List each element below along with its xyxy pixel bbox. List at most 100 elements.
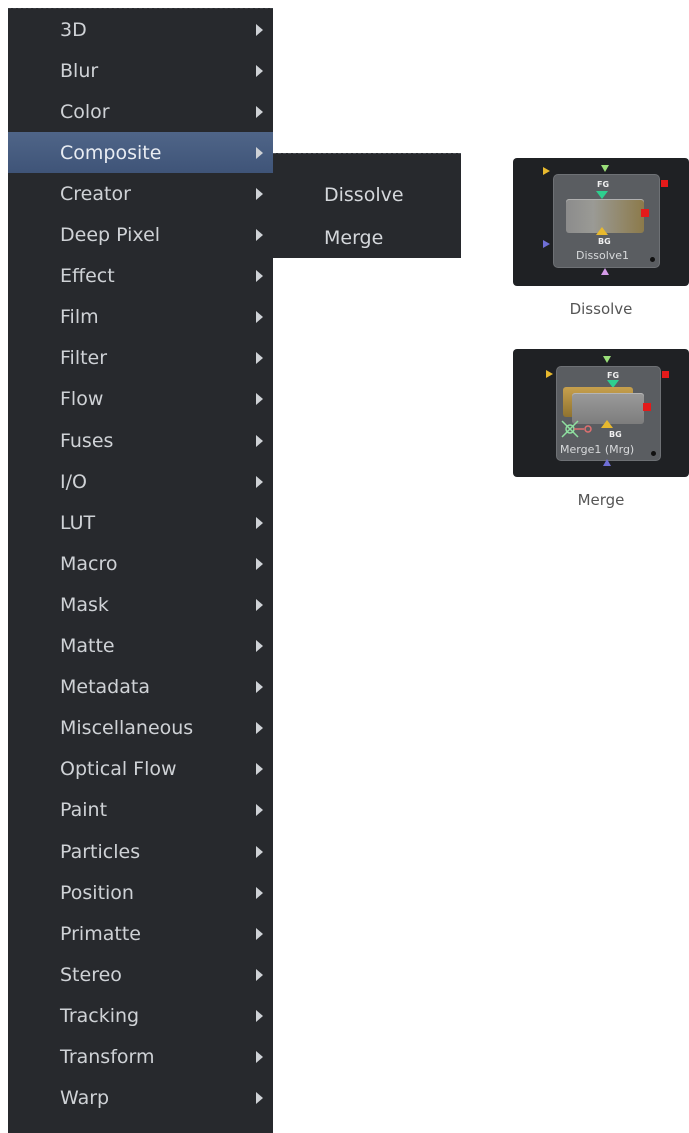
menu-item-label: 3D [60,18,87,41]
submenu-arrow-icon [256,146,263,159]
node-output-red[interactable] [643,403,651,411]
menu-item-flow[interactable]: Flow [8,379,273,420]
menu-item-label: Deep Pixel [60,224,161,246]
menu-item-position[interactable]: Position [8,872,273,913]
menu-item-label: Primatte [60,922,141,945]
merge-crosshair-icon [561,420,592,438]
fg-label: FG [597,180,610,189]
submenu-arrow-icon [256,229,263,241]
bg-label: BG [609,430,622,439]
background-input-icon[interactable] [546,370,553,378]
submenu-arrow-icon [256,1009,263,1022]
menu-item-tracking[interactable]: Tracking [8,995,273,1036]
submenu-arrow-icon [256,722,263,735]
menu-item-filter[interactable]: Filter [8,338,273,379]
submenu-arrow-icon [256,1092,263,1105]
menu-item-stereo[interactable]: Stereo [8,954,273,995]
bg-input-icon[interactable] [601,420,613,428]
menu-item-warp[interactable]: Warp [8,1078,273,1119]
submenu-arrow-icon [256,393,263,406]
output-red-square[interactable] [661,180,668,187]
menu-item-label: Flow [60,388,104,411]
submenu-arrow-icon [256,105,263,118]
submenu-item-dissolve[interactable]: Dissolve [324,184,404,206]
menu-item-optical-flow[interactable]: Optical Flow [8,749,273,790]
menu-item-blur[interactable]: Blur [8,50,273,91]
menu-item-composite[interactable]: Composite [8,132,273,174]
submenu-arrow-icon [256,927,263,940]
menu-item-miscellaneous[interactable]: Miscellaneous [8,708,273,749]
submenu-arrow-icon [256,1051,263,1063]
menu-item-effect[interactable]: Effect [8,256,273,297]
submenu-item-merge[interactable]: Merge [324,227,383,249]
effect-mask-input-icon[interactable] [601,165,609,172]
menu-item-primatte[interactable]: Primatte [8,913,273,954]
menu-item-label: Tracking [60,1004,140,1027]
menu-item-paint[interactable]: Paint [8,790,273,831]
menu-item-label: Film [60,306,99,329]
bottom-input-icon[interactable] [601,268,609,275]
merge-node[interactable]: FG BG Merge1 (Mrg) [556,366,661,461]
menu-item-color[interactable]: Color [8,91,273,132]
dissolve-node[interactable]: FG BG Dissolve1 [553,174,660,268]
menu-item-creator[interactable]: Creator [8,173,273,214]
submenu-arrow-icon [256,434,263,447]
menu-item-label: Optical Flow [60,758,177,781]
menu-item-deep-pixel[interactable]: Deep Pixel [8,215,273,256]
menu-item-label: Composite [60,141,162,164]
menu-item-label: Fuses [60,429,114,452]
menu-item-label: Blur [60,59,99,82]
menu-item-label: I/O [60,470,87,493]
mask-input-icon[interactable] [543,240,550,248]
menu-item-film[interactable]: Film [8,297,273,338]
menu-item-fuses[interactable]: Fuses [8,420,273,461]
bg-label: BG [598,237,611,246]
submenu-arrow-icon [256,187,263,200]
background-input-icon[interactable] [543,167,550,175]
menu-item-label: Mask [60,593,109,616]
bg-input-icon[interactable] [596,227,608,235]
menu-item-matte[interactable]: Matte [8,626,273,667]
effect-mask-input-icon[interactable] [603,356,611,363]
submenu-arrow-icon [256,475,263,488]
menu-item-macro[interactable]: Macro [8,543,273,584]
menu-item-transform[interactable]: Transform [8,1037,273,1078]
submenu-arrow-icon [256,763,263,776]
menu-item-metadata[interactable]: Metadata [8,667,273,708]
fg-input-icon[interactable] [596,191,608,199]
composite-submenu: Dissolve Merge [273,153,461,258]
menu-item-3d[interactable]: 3D [8,9,273,50]
menu-item-label: Miscellaneous [60,717,194,740]
menu-item-particles[interactable]: Particles [8,831,273,872]
menu-item-mask[interactable]: Mask [8,584,273,625]
menu-item-label: Effect [60,265,115,288]
submenu-arrow-icon [256,886,263,899]
menu-item-label: Creator [60,182,131,205]
output-red-square[interactable] [662,371,669,378]
submenu-arrow-icon [256,681,263,694]
fg-label: FG [607,371,620,380]
merge-caption: Merge [577,491,625,509]
submenu-arrow-icon [256,311,263,324]
menu-item-label: Paint [60,799,108,822]
menu-item-label: Matte [60,635,115,657]
menu-item-label: Particles [60,840,141,863]
menu-item-i-o[interactable]: I/O [8,461,273,502]
submenu-arrow-icon [256,352,263,365]
menu-item-label: Macro [60,552,118,575]
status-dot [651,451,656,456]
submenu-arrow-icon [256,968,263,981]
menu-item-lut[interactable]: LUT [8,502,273,543]
menu-item-label: Warp [60,1087,110,1110]
status-dot [650,257,655,262]
menu-item-label: LUT [60,511,96,534]
submenu-arrow-icon [256,557,263,570]
submenu-arrow-icon [256,598,263,611]
dissolve-node-preview: FG BG Dissolve1 [513,158,689,286]
node-output-red[interactable] [641,209,649,217]
submenu-arrow-icon [256,516,263,529]
menu-item-label: Stereo [60,963,122,986]
mask-input-icon[interactable] [603,459,611,466]
menu-item-label: Metadata [60,676,150,699]
menu-item-label: Position [60,881,134,904]
